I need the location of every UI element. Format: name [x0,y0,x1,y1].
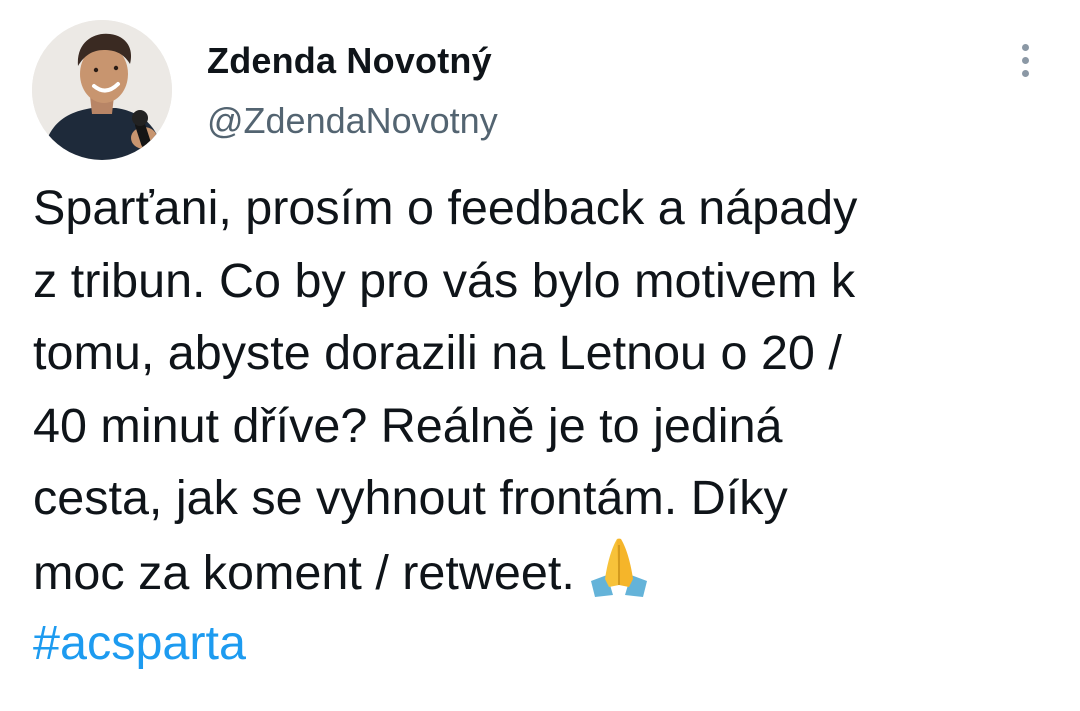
tweet-text-line: cesta, jak se vyhnout frontám. Díky [33,471,788,525]
author-handle[interactable]: @ZdendaNovotny [207,100,498,142]
more-vertical-icon[interactable] [1006,36,1046,86]
tweet-text: Sparťani, prosím o feedback a nápady z t… [33,172,1063,680]
author-name[interactable]: Zdenda Novotný [207,40,492,82]
tweet-text-line: moc za koment / retweet. [33,545,575,600]
hashtag-link[interactable]: #acsparta [33,607,1063,680]
folded-hands-icon [587,535,651,620]
tweet-card: Zdenda Novotný @ZdendaNovotny Sparťani, … [0,0,1080,711]
tweet-text-line: z tribun. Co by pro vás bylo motivem k [33,253,856,308]
profile-photo [32,20,172,160]
tweet-text-line: tomu, abyste dorazili na Letnou o 20 / [33,326,842,380]
tweet-text-last-line: moc za koment / retweet. [33,535,1063,608]
tweet-text-line: 40 minut dříve? Reálně je to jediná [33,398,783,453]
avatar[interactable] [32,20,172,160]
tweet-text-line: Sparťani, prosím o feedback a nápady [33,181,858,235]
